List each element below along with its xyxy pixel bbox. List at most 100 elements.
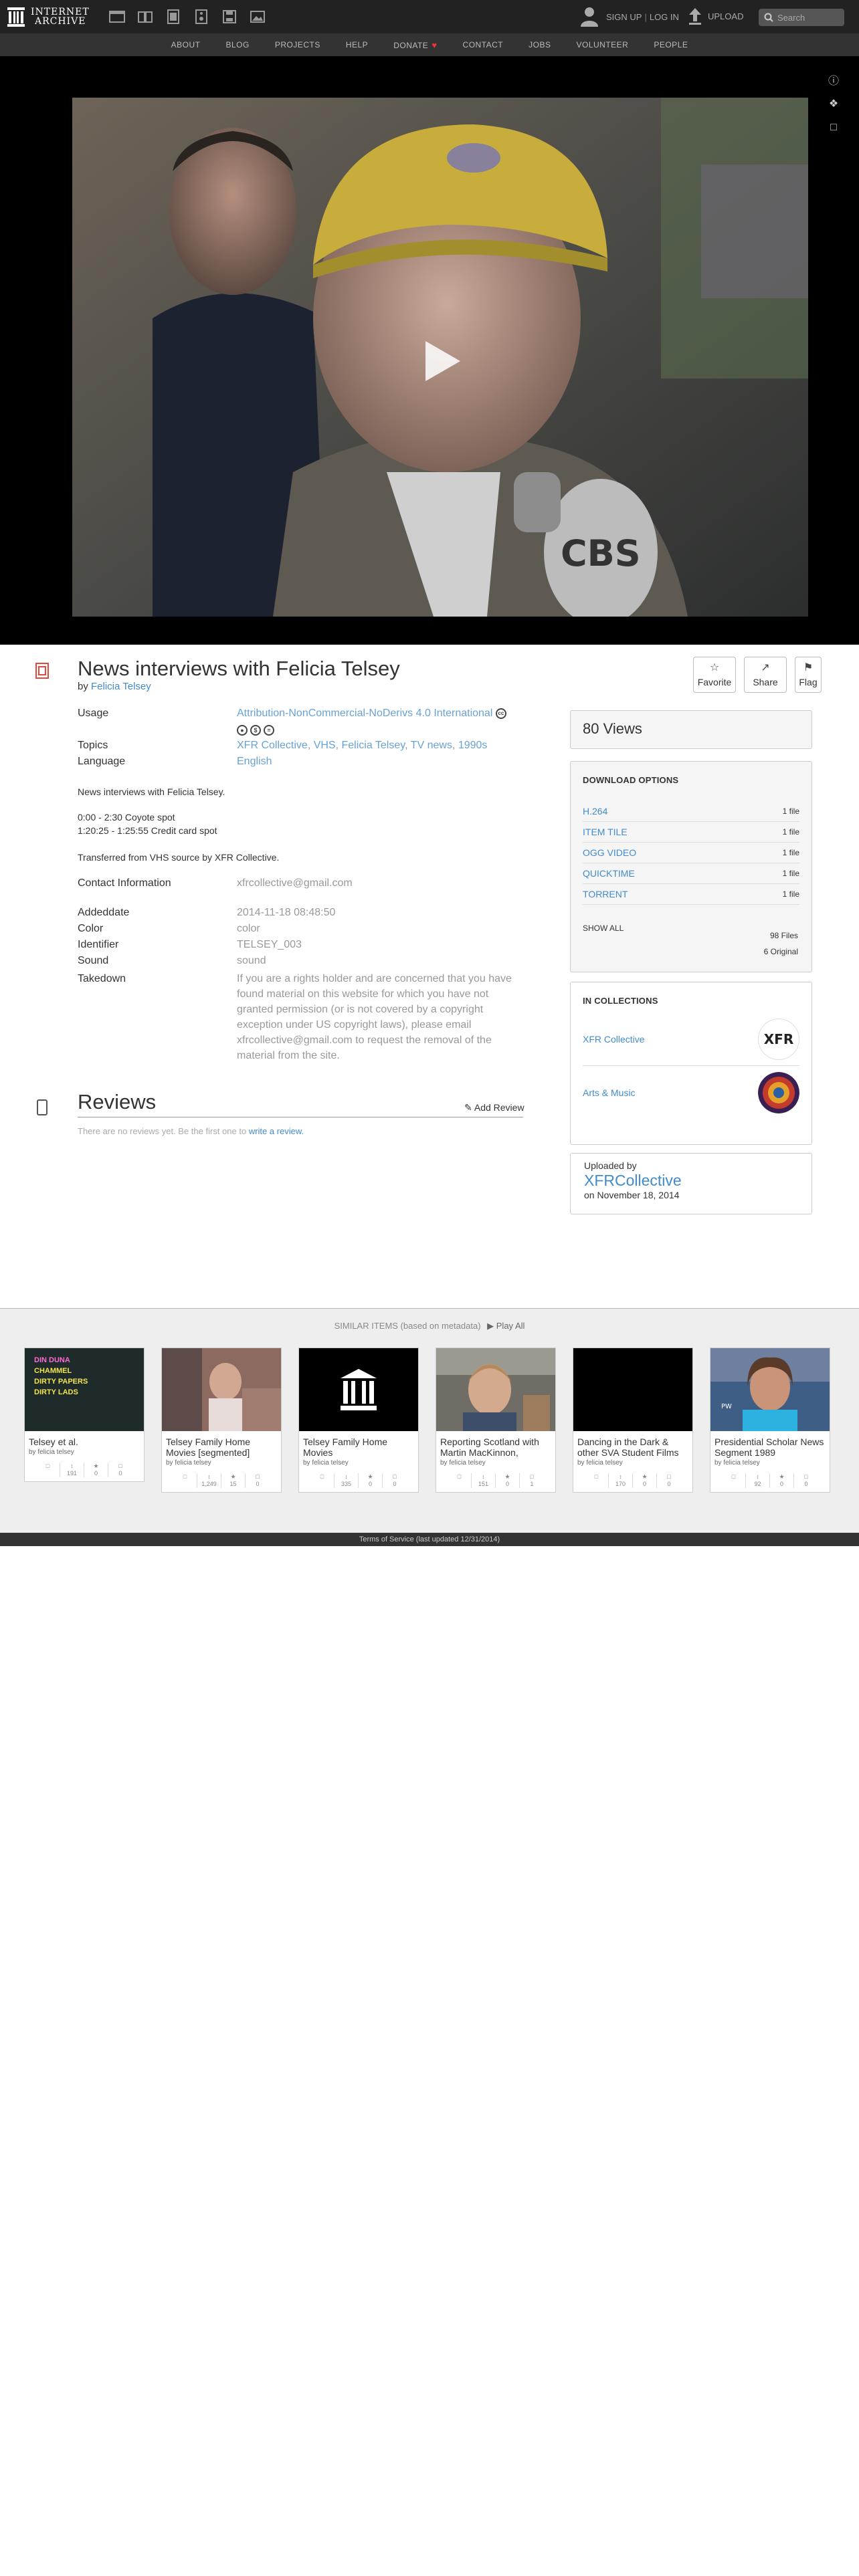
color-row: Color color [78, 923, 519, 935]
description-transfer: Transferred from VHS source by XFR Colle… [78, 851, 279, 864]
tile-title[interactable]: Telsey Family Home Movies [segmented] [162, 1431, 281, 1458]
terms-of-service-link[interactable]: Terms of Service (last updated 12/31/201… [359, 1535, 500, 1543]
tile-title[interactable]: Telsey Family Home Movies [299, 1431, 418, 1458]
tile-thumbnail[interactable] [436, 1348, 555, 1431]
views-count: 1,249 [201, 1481, 217, 1487]
user-icon[interactable] [579, 5, 599, 28]
signup-link[interactable]: SIGN UP [606, 12, 642, 22]
play-icon[interactable] [416, 337, 464, 385]
similar-item-tile[interactable]: DIN DUNA CHAMMEL DIRTY PAPERS DIRTY LADS… [24, 1348, 145, 1482]
download-row[interactable]: TORRENT 1 file [583, 884, 799, 905]
tile-stats: □ ↕ 92 ★ 0 □ 0 [710, 1467, 830, 1492]
collection-link[interactable]: XFR Collective [583, 1034, 645, 1045]
creator-link[interactable]: Felicia Telsey [91, 681, 151, 692]
language-link[interactable]: English [237, 756, 272, 767]
tile-title[interactable]: Telsey et al. [25, 1431, 144, 1447]
topic-link[interactable]: XFR Collective [237, 740, 308, 751]
tile-title[interactable]: Presidential Scholar News Segment 1989 [710, 1431, 830, 1458]
tile-creator: by felicia telsey [303, 1459, 349, 1467]
tile-thumbnail[interactable]: DIN DUNA CHAMMEL DIRTY PAPERS DIRTY LADS [25, 1348, 144, 1431]
cc-nd-icon[interactable]: = [264, 725, 274, 736]
download-row[interactable]: ITEM TILE 1 file [583, 822, 799, 843]
download-row[interactable]: OGG VIDEO 1 file [583, 843, 799, 863]
nav-volunteer[interactable]: VOLUNTEER [576, 40, 628, 49]
tile-thumbnail[interactable] [573, 1348, 692, 1431]
download-row[interactable]: H.264 1 file [583, 801, 799, 822]
play-all-button[interactable]: ▶ Play All [487, 1321, 524, 1331]
software-icon[interactable] [219, 7, 240, 27]
tile-thumbnail[interactable] [162, 1348, 281, 1431]
nav-projects[interactable]: PROJECTS [275, 40, 320, 49]
tile-title[interactable]: Dancing in the Dark & other SVA Student … [573, 1431, 692, 1458]
nav-blog[interactable]: BLOG [225, 40, 249, 49]
similar-item-tile[interactable]: Telsey Family Home Movies [segmented] by… [161, 1348, 282, 1493]
uploader-link[interactable]: XFRCollective [584, 1172, 682, 1189]
arts-music-thumbnail[interactable] [758, 1072, 799, 1113]
color-label: Color [78, 923, 104, 934]
show-all-link[interactable]: SHOW ALL [583, 924, 624, 933]
collection-row[interactable]: XFR Collective XFR [583, 1012, 799, 1066]
topic-link[interactable]: Felicia Telsey [342, 740, 405, 751]
share-button[interactable]: ↗ Share [744, 657, 787, 693]
flag-button[interactable]: ⚑ Flag [795, 657, 822, 693]
embed-icon[interactable]: ❖ [827, 96, 840, 111]
xfr-collective-thumbnail[interactable]: XFR [758, 1018, 799, 1060]
nav-donate[interactable]: DONATE ♥ [393, 40, 437, 50]
topic-link[interactable]: TV news [411, 740, 452, 751]
topic-link[interactable]: VHS [314, 740, 336, 751]
download-format[interactable]: QUICKTIME [583, 868, 635, 879]
similar-item-tile[interactable]: Dancing in the Dark & other SVA Student … [573, 1348, 693, 1493]
addeddate-value: 2014-11-18 08:48:50 [237, 907, 336, 918]
tile-creator: by felicia telsey [577, 1459, 623, 1467]
collection-link[interactable]: Arts & Music [583, 1087, 636, 1098]
nav-contact[interactable]: CONTACT [463, 40, 504, 49]
fullscreen-icon[interactable]: □ [827, 120, 840, 135]
write-review-link[interactable]: write a review. [249, 1126, 304, 1136]
tile-thumbnail[interactable]: PW [710, 1348, 830, 1431]
usage-row: Usage Attribution-NonCommercial-NoDerivs… [78, 708, 519, 720]
views-count: 335 [341, 1481, 352, 1487]
download-format[interactable]: H.264 [583, 806, 607, 817]
cc-by-icon[interactable]: ● [237, 725, 248, 736]
cc-icon[interactable]: cc [495, 708, 506, 719]
download-format[interactable]: ITEM TILE [583, 827, 628, 837]
web-icon[interactable] [107, 7, 127, 27]
similar-item-tile[interactable]: PW Presidential Scholar News Segment 198… [710, 1348, 830, 1493]
favorites-stat: ★ 0 [359, 1473, 383, 1488]
video-player[interactable]: CBS [72, 98, 808, 617]
info-icon[interactable]: ⓘ [827, 72, 840, 87]
nav-people[interactable]: PEOPLE [654, 40, 688, 49]
footer: Terms of Service (last updated 12/31/201… [0, 1533, 859, 1546]
similar-item-tile[interactable]: Telsey Family Home Movies by felicia tel… [298, 1348, 419, 1493]
download-format[interactable]: TORRENT [583, 889, 628, 899]
similar-item-tile[interactable]: Reporting Scotland with Martin MacKinnon… [436, 1348, 556, 1493]
collection-row[interactable]: Arts & Music [583, 1066, 799, 1119]
reviews-stat: □ 0 [118, 1463, 122, 1477]
images-icon[interactable] [248, 7, 268, 27]
movie-icon: □ [310, 1473, 335, 1488]
video-icon[interactable] [163, 7, 183, 27]
search-input[interactable] [777, 12, 838, 23]
nav-help[interactable]: HELP [346, 40, 368, 49]
add-review-button[interactable]: ✎ Add Review [464, 1102, 524, 1113]
download-format[interactable]: OGG VIDEO [583, 847, 636, 858]
favorite-button[interactable]: ☆ Favorite [693, 657, 736, 693]
download-options-box: DOWNLOAD OPTIONS H.264 1 file ITEM TILE … [570, 761, 812, 972]
tile-thumbnail[interactable] [299, 1348, 418, 1431]
sound-label: Sound [78, 955, 109, 966]
search-icon[interactable] [764, 13, 773, 22]
download-row[interactable]: QUICKTIME 1 file [583, 863, 799, 884]
texts-icon[interactable] [135, 7, 155, 27]
cc-nc-icon[interactable]: $ [250, 725, 261, 736]
nav-about[interactable]: ABOUT [171, 40, 201, 49]
login-link[interactable]: LOG IN [650, 12, 679, 22]
nav-jobs[interactable]: JOBS [529, 40, 551, 49]
tile-title[interactable]: Reporting Scotland with Martin MacKinnon… [436, 1431, 555, 1458]
star-icon: ☆ [709, 662, 720, 673]
internet-archive-logo[interactable]: INTERNET ARCHIVE [7, 5, 100, 29]
license-link[interactable]: Attribution-NonCommercial-NoDerivs 4.0 I… [237, 708, 492, 719]
theater-side-icons: ⓘ ❖ □ [827, 72, 842, 144]
audio-icon[interactable] [191, 7, 211, 27]
upload-button[interactable]: UPLOAD [686, 7, 743, 25]
topic-link[interactable]: 1990s [458, 740, 488, 751]
